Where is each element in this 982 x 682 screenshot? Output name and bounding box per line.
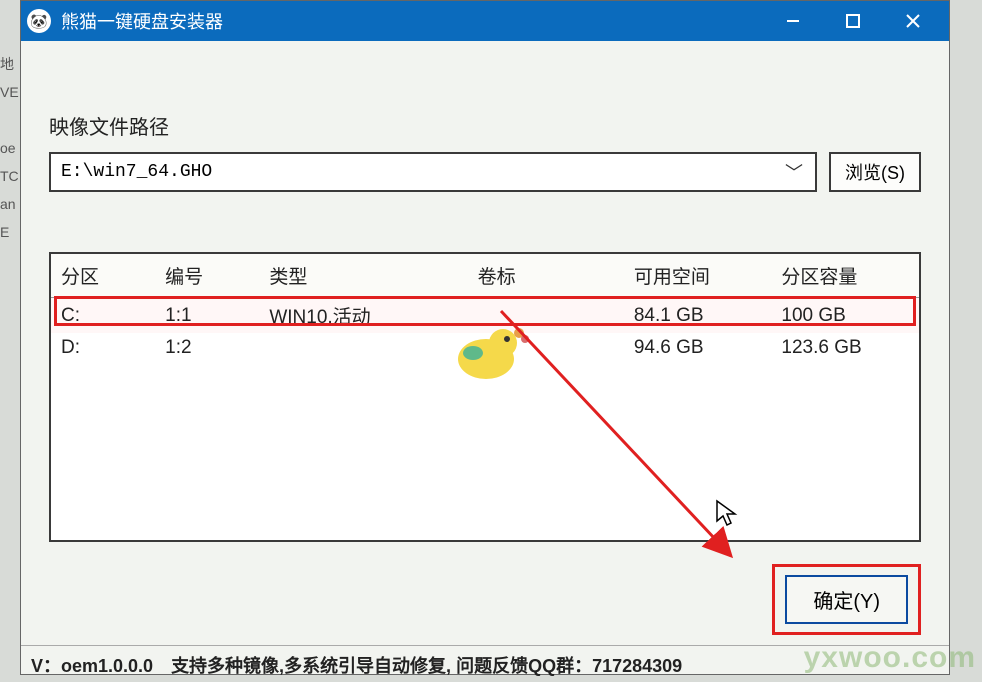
app-icon: 🐼 — [27, 9, 51, 33]
titlebar-controls — [763, 1, 943, 41]
annotation-ok-highlight: 确定(Y) — [772, 564, 921, 635]
cell-number: 1:1 — [155, 298, 259, 334]
col-free[interactable]: 可用空间 — [624, 254, 772, 298]
window-body: 映像文件路径 E:\win7_64.GHO ﹀ 浏览(S) 分区 编号 类型 卷… — [21, 41, 949, 645]
actions-row: 确定(Y) — [49, 564, 921, 635]
maximize-icon — [846, 14, 860, 28]
cell-capacity: 123.6 GB — [771, 333, 919, 363]
ok-button[interactable]: 确定(Y) — [785, 575, 908, 624]
col-partition[interactable]: 分区 — [51, 254, 155, 298]
version-text: V：oem1.0.0.0 — [31, 652, 153, 678]
cell-type: WIN10,活动 — [259, 298, 467, 334]
col-capacity[interactable]: 分区容量 — [771, 254, 919, 298]
col-number[interactable]: 编号 — [155, 254, 259, 298]
close-icon — [906, 14, 920, 28]
partition-table-container: 分区 编号 类型 卷标 可用空间 分区容量 C: 1:1 WIN10,活动 8 — [49, 252, 921, 542]
col-label[interactable]: 卷标 — [468, 254, 624, 298]
partition-table: 分区 编号 类型 卷标 可用空间 分区容量 C: 1:1 WIN10,活动 8 — [51, 254, 919, 363]
cell-type — [259, 333, 467, 363]
titlebar: 🐼 熊猫一键硬盘安装器 — [21, 1, 949, 41]
window-title: 熊猫一键硬盘安装器 — [61, 8, 763, 34]
cell-number: 1:2 — [155, 333, 259, 363]
image-path-value: E:\win7_64.GHO — [61, 162, 779, 182]
cell-free: 84.1 GB — [624, 298, 772, 334]
cell-partition: C: — [51, 298, 155, 334]
cell-free: 94.6 GB — [624, 333, 772, 363]
site-watermark: yxwoo.com — [804, 641, 976, 675]
app-window: 🐼 熊猫一键硬盘安装器 映像文件路径 E:\win7_64.GHO ﹀ 浏览(S… — [20, 0, 950, 675]
image-path-combobox[interactable]: E:\win7_64.GHO ﹀ — [49, 152, 817, 192]
chevron-down-icon[interactable]: ﹀ — [779, 159, 809, 185]
image-path-label: 映像文件路径 — [49, 111, 921, 140]
col-type[interactable]: 类型 — [259, 254, 467, 298]
browse-button[interactable]: 浏览(S) — [829, 152, 921, 192]
minimize-icon — [786, 14, 800, 28]
cell-label — [468, 298, 624, 334]
cell-capacity: 100 GB — [771, 298, 919, 334]
table-row[interactable]: C: 1:1 WIN10,活动 84.1 GB 100 GB — [51, 298, 919, 334]
image-path-row: E:\win7_64.GHO ﹀ 浏览(S) — [49, 152, 921, 192]
minimize-button[interactable] — [763, 1, 823, 41]
cell-partition: D: — [51, 333, 155, 363]
background-left-edge: 地VEoeTCanE — [0, 0, 20, 680]
table-row[interactable]: D: 1:2 94.6 GB 123.6 GB — [51, 333, 919, 363]
close-button[interactable] — [883, 1, 943, 41]
maximize-button[interactable] — [823, 1, 883, 41]
table-header-row: 分区 编号 类型 卷标 可用空间 分区容量 — [51, 254, 919, 298]
cell-label — [468, 333, 624, 363]
